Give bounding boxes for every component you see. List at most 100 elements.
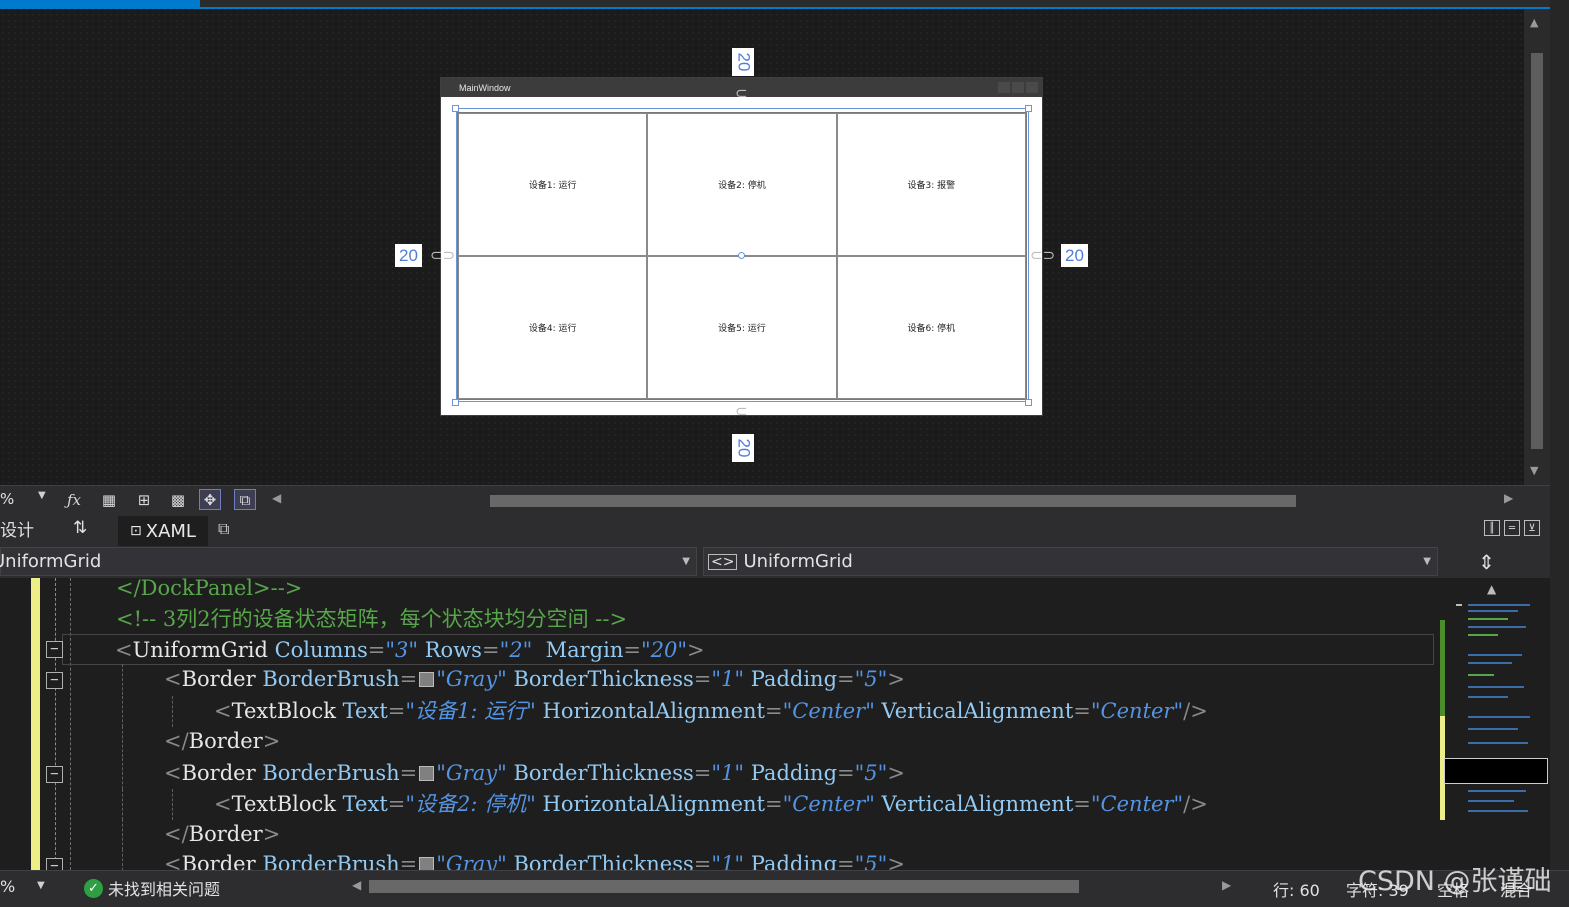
- issues-indicator[interactable]: ✓ 未找到相关问题: [84, 876, 220, 900]
- horizontal-split-icon[interactable]: ═: [1504, 520, 1520, 536]
- scroll-thumb[interactable]: [1531, 53, 1543, 449]
- scroll-left-icon[interactable]: ◀: [352, 878, 361, 892]
- tab-xaml[interactable]: ⊡ XAML: [118, 516, 208, 546]
- code-text: <TextBlock Text="设备1: 运行" HorizontalAlig…: [214, 699, 1208, 723]
- code-minimap[interactable]: ▲: [1438, 578, 1550, 870]
- fold-toggle-icon[interactable]: −: [46, 641, 63, 658]
- design-surface[interactable]: MainWindow 设备1: 运行 设备2: 停机 设备3: 报警 设备4: …: [0, 0, 1524, 485]
- scroll-thumb[interactable]: [490, 495, 1296, 507]
- code-line[interactable]: </Border>: [0, 726, 1438, 757]
- minimize-icon: [998, 82, 1010, 93]
- scroll-up-icon[interactable]: ▲: [1487, 582, 1496, 596]
- center-handle[interactable]: [738, 252, 745, 259]
- transparency-icon[interactable]: ▩: [167, 489, 189, 510]
- fx-icon[interactable]: ƒx: [63, 489, 85, 510]
- navigation-bar: UniformGrid ▼ <> UniformGrid ▼ ⇕: [0, 546, 1550, 578]
- grid-cell[interactable]: 设备3: 报警: [836, 113, 1026, 256]
- view-tab-row: 设计 ⇅ ⊡ XAML ⧉ ║ ═ ⊻: [0, 512, 1550, 546]
- check-circle-icon: ✓: [84, 878, 103, 898]
- anchor-right-icon[interactable]: ⊂⊃: [1030, 248, 1055, 263]
- line-indicator[interactable]: 行: 60: [1273, 877, 1320, 901]
- resize-handle-bottom-left[interactable]: [452, 399, 459, 406]
- cell-text: 设备1: 运行: [528, 181, 577, 191]
- margin-bottom-badge[interactable]: 20: [732, 434, 754, 462]
- resize-handle-bottom-right[interactable]: [1025, 399, 1032, 406]
- color-swatch[interactable]: [419, 672, 435, 687]
- anchor-left-icon[interactable]: ⊂⊃: [430, 248, 455, 263]
- anchor-top-icon[interactable]: ⊂: [735, 86, 748, 101]
- code-line[interactable]: <Border BorderBrush= "Gray" BorderThickne…: [0, 849, 1438, 870]
- anchor-bottom-icon[interactable]: ⊂: [735, 404, 748, 419]
- active-tab-indicator: [0, 0, 200, 9]
- editor-horizontal-scrollbar[interactable]: ◀ ▶: [352, 878, 1232, 896]
- scroll-right-icon[interactable]: ▶: [1222, 878, 1231, 892]
- snap-lines-icon[interactable]: ✥: [199, 489, 221, 510]
- fold-toggle-icon[interactable]: −: [46, 766, 63, 783]
- editor-zoom-level[interactable]: %: [0, 877, 15, 896]
- grid-cell[interactable]: 设备5: 运行: [647, 256, 837, 399]
- issues-text: 未找到相关问题: [108, 880, 221, 899]
- swap-panes-icon[interactable]: ⇅: [73, 518, 87, 538]
- fold-toggle-icon[interactable]: −: [46, 858, 63, 870]
- element-member-dropdown[interactable]: <> UniformGrid ▼: [703, 547, 1438, 576]
- code-line[interactable]: <TextBlock Text="设备1: 运行" HorizontalAlig…: [0, 696, 1438, 727]
- right-edge-strip: [1550, 0, 1569, 907]
- designer-vertical-scrollbar[interactable]: ▲ ▼: [1524, 9, 1550, 485]
- code-text: <Border BorderBrush= "Gray" BorderThickne…: [164, 667, 905, 691]
- resize-handle-top-left[interactable]: [452, 105, 459, 112]
- minimap-viewport[interactable]: [1444, 758, 1548, 784]
- margin-left-badge[interactable]: 20: [395, 244, 422, 267]
- scroll-thumb[interactable]: [369, 880, 1079, 893]
- split-editor-icon[interactable]: ⇕: [1478, 550, 1495, 574]
- grid-icon[interactable]: ▦: [98, 489, 120, 510]
- designer-horizontal-scrollbar[interactable]: ◀ ▶: [270, 491, 1520, 509]
- cell-text: 设备4: 运行: [528, 324, 577, 334]
- code-text: </Border>: [164, 822, 281, 846]
- code-line[interactable]: </DockPanel>-->: [0, 578, 1438, 604]
- grid-cell[interactable]: 设备2: 停机: [647, 113, 837, 256]
- resize-handle-top-right[interactable]: [1025, 105, 1032, 112]
- element-member-value: UniformGrid: [743, 551, 853, 572]
- scroll-up-icon[interactable]: ▲: [1530, 17, 1538, 29]
- code-line[interactable]: <Border BorderBrush= "Gray" BorderThickne…: [0, 664, 1438, 695]
- code-line-current[interactable]: <UniformGrid Columns="3" Rows="2" Margin…: [62, 634, 1434, 665]
- grid-cell[interactable]: 设备1: 运行: [458, 113, 648, 256]
- grid-cell[interactable]: 设备6: 停机: [836, 256, 1026, 399]
- xaml-icon: ⊡: [130, 523, 142, 539]
- code-line[interactable]: <!-- 3列2行的设备状态矩阵，每个状态块均分空间 -->: [0, 604, 1438, 635]
- code-text: <Border BorderBrush= "Gray" BorderThickne…: [164, 761, 905, 785]
- scroll-right-icon[interactable]: ▶: [1504, 491, 1513, 505]
- chevron-down-icon[interactable]: ▼: [38, 490, 46, 501]
- chevron-down-icon: ▼: [682, 556, 690, 567]
- main-window-preview[interactable]: MainWindow 设备1: 运行 设备2: 停机 设备3: 报警 设备4: …: [440, 77, 1043, 416]
- element-scope-dropdown[interactable]: UniformGrid ▼: [0, 547, 697, 576]
- tab-design[interactable]: 设计: [0, 516, 34, 541]
- element-scope-value: UniformGrid: [0, 551, 102, 572]
- chevron-down-icon[interactable]: ▼: [37, 880, 45, 891]
- snap-grid-icon[interactable]: ⊞: [133, 489, 155, 510]
- vertical-split-icon[interactable]: ║: [1484, 520, 1500, 536]
- designer-toolbar: % ▼ ƒx ▦ ⊞ ▩ ✥ ⧉ ◀ ▶: [0, 485, 1550, 512]
- layout-rounding-icon[interactable]: ⧉: [234, 489, 256, 510]
- code-line[interactable]: </Border>: [0, 819, 1438, 850]
- margin-right-badge[interactable]: 20: [1061, 244, 1088, 267]
- scroll-left-icon[interactable]: ◀: [272, 491, 281, 505]
- popout-icon[interactable]: ⧉: [218, 519, 229, 539]
- watermark-text: CSDN @张谨础: [1358, 866, 1552, 897]
- collapse-pane-icon[interactable]: ⊻: [1524, 520, 1540, 536]
- color-swatch[interactable]: [419, 857, 435, 870]
- color-swatch[interactable]: [419, 766, 435, 781]
- code-text: </DockPanel>-->: [116, 578, 303, 600]
- xaml-element-icon: <>: [708, 553, 738, 570]
- cell-text: 设备2: 停机: [718, 181, 766, 191]
- xaml-code-editor[interactable]: </DockPanel>--> <!-- 3列2行的设备状态矩阵，每个状态块均分…: [0, 578, 1438, 870]
- code-line[interactable]: <Border BorderBrush= "Gray" BorderThickne…: [0, 758, 1438, 789]
- fold-toggle-icon[interactable]: −: [46, 672, 63, 689]
- grid-cell[interactable]: 设备4: 运行: [458, 256, 648, 399]
- scroll-down-icon[interactable]: ▼: [1530, 465, 1538, 477]
- code-line[interactable]: <TextBlock Text="设备2: 停机" HorizontalAlig…: [0, 789, 1438, 820]
- cell-text: 设备6: 停机: [907, 324, 956, 334]
- zoom-level[interactable]: %: [0, 490, 14, 508]
- margin-top-badge[interactable]: 20: [732, 48, 754, 76]
- top-tab-strip: [0, 0, 1569, 9]
